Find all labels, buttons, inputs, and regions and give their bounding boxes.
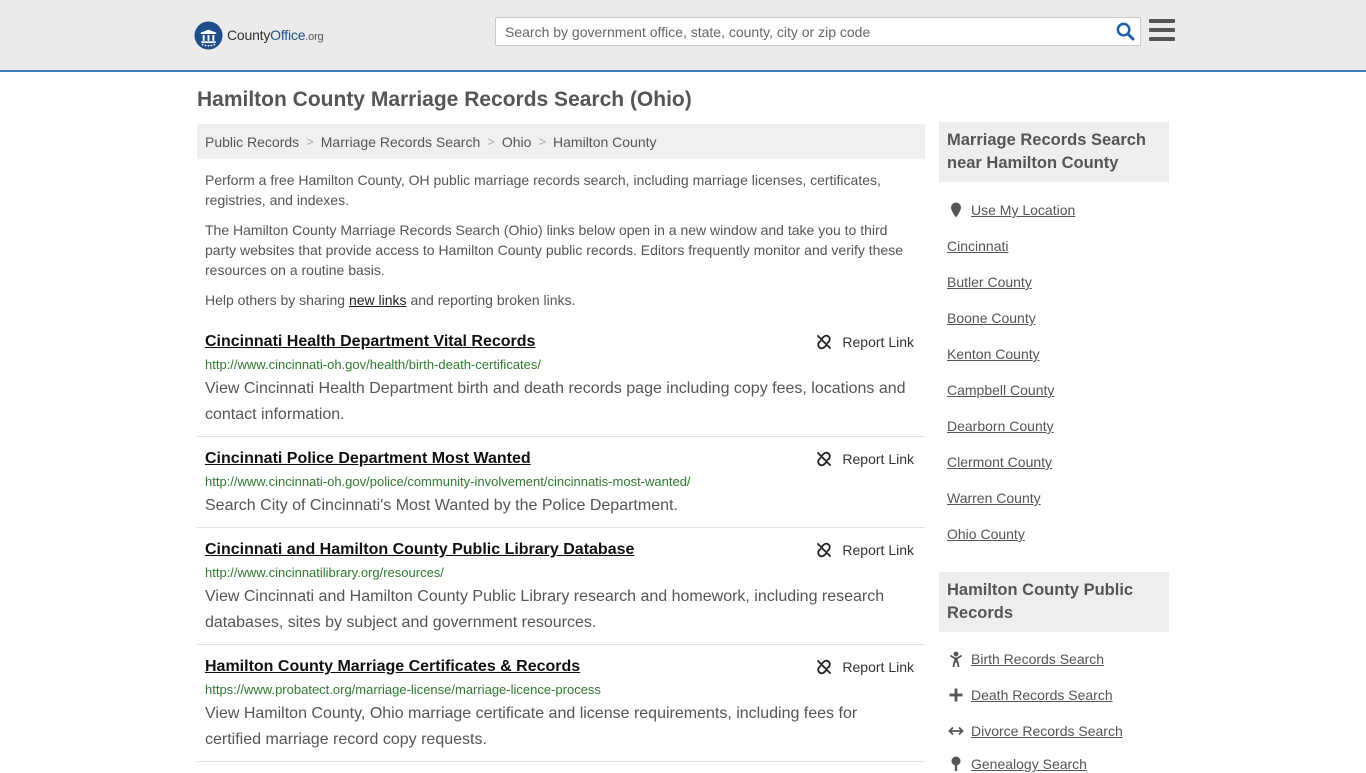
- result-description: View Cincinnati and Hamilton County Publ…: [205, 588, 885, 631]
- share-text-before: Help others by sharing: [205, 292, 349, 308]
- map-marker-icon: [947, 201, 965, 219]
- nearby-link-cincinnati[interactable]: Cincinnati: [947, 238, 1008, 254]
- result-url: http://www.cincinnati-oh.gov/health/birt…: [205, 357, 542, 372]
- result-item: Cincinnati Health Department Vital Recor…: [197, 325, 925, 437]
- nearby-link-ohio-county[interactable]: Ohio County: [947, 526, 1025, 542]
- new-links-link[interactable]: new links: [349, 292, 407, 308]
- logo-brand: Office: [270, 27, 306, 43]
- genealogy-search-link[interactable]: Genealogy Search: [947, 755, 1087, 773]
- nearby-link-clermont-county[interactable]: Clermont County: [947, 454, 1052, 470]
- nearby-link-dearborn-county[interactable]: Dearborn County: [947, 418, 1054, 434]
- birth-records-label: Birth Records Search: [971, 651, 1105, 667]
- divorce-records-label: Divorce Records Search: [971, 723, 1123, 739]
- arrows-split-icon: [947, 722, 965, 740]
- nearby-link-campbell-county[interactable]: Campbell County: [947, 382, 1054, 398]
- nearby-link-butler-county[interactable]: Butler County: [947, 274, 1032, 290]
- death-records-label: Death Records Search: [971, 687, 1113, 703]
- use-my-location-label: Use My Location: [971, 202, 1076, 218]
- result-title-link[interactable]: Cincinnati Health Department Vital Recor…: [205, 331, 745, 353]
- result-title-link[interactable]: Hamilton County Marriage Certificates & …: [205, 656, 745, 678]
- page-title: Hamilton County Marriage Records Search …: [197, 88, 692, 111]
- search-input[interactable]: [503, 18, 1110, 45]
- report-link-label: Report Link: [842, 451, 914, 467]
- breadcrumb-separator: >: [487, 134, 495, 149]
- share-links-paragraph: Help others by sharing new links and rep…: [205, 290, 917, 310]
- broken-link-icon: [817, 659, 832, 675]
- result-item: Cincinnati Police Department Most Wanted…: [197, 442, 925, 528]
- logo-prefix: County: [227, 27, 271, 43]
- cross-icon: [947, 686, 965, 704]
- broken-link-icon: [817, 451, 832, 467]
- result-title-link[interactable]: Cincinnati Police Department Most Wanted: [205, 448, 745, 470]
- result-url: http://www.cincinnatilibrary.org/resourc…: [205, 565, 444, 580]
- report-link-button[interactable]: Report Link: [816, 657, 914, 677]
- site-header: CountyOffice.org: [0, 0, 1366, 72]
- breadcrumb-ohio[interactable]: Ohio: [502, 134, 532, 150]
- breadcrumb: Public Records > Marriage Records Search…: [197, 124, 925, 159]
- breadcrumb-hamilton-county[interactable]: Hamilton County: [553, 134, 657, 150]
- report-link-label: Report Link: [842, 542, 914, 558]
- use-my-location-link[interactable]: Use My Location: [947, 201, 1075, 219]
- public-records-heading: Hamilton County Public Records: [939, 572, 1169, 632]
- broken-link-icon: [817, 542, 832, 558]
- search-button[interactable]: [1110, 18, 1140, 45]
- result-url: https://www.probatect.org/marriage-licen…: [205, 682, 601, 697]
- breadcrumb-marriage-records-search[interactable]: Marriage Records Search: [321, 134, 481, 150]
- result-item: Hamilton County Marriage Certificates & …: [197, 650, 925, 762]
- nearby-link-boone-county[interactable]: Boone County: [947, 310, 1036, 326]
- breadcrumb-separator: >: [306, 134, 314, 149]
- baby-icon: [947, 650, 965, 668]
- menu-bar: [1149, 37, 1175, 41]
- report-link-button[interactable]: Report Link: [816, 449, 914, 469]
- result-title-link[interactable]: Cincinnati and Hamilton County Public Li…: [205, 539, 745, 561]
- hamburger-menu-button[interactable]: [1149, 19, 1175, 43]
- breadcrumb-separator: >: [538, 134, 547, 149]
- nearby-link-kenton-county[interactable]: Kenton County: [947, 346, 1040, 362]
- site-search: [495, 17, 1141, 46]
- birth-records-link[interactable]: Birth Records Search: [947, 650, 1104, 668]
- result-item: Cincinnati and Hamilton County Public Li…: [197, 533, 925, 645]
- tree-icon: [947, 755, 965, 773]
- intro-paragraph: Perform a free Hamilton County, OH publi…: [205, 172, 881, 208]
- report-link-label: Report Link: [842, 334, 914, 350]
- county-seal-icon: [194, 20, 223, 50]
- divorce-records-link[interactable]: Divorce Records Search: [947, 722, 1123, 740]
- report-link-button[interactable]: Report Link: [816, 540, 914, 560]
- genealogy-search-label: Genealogy Search: [971, 756, 1087, 772]
- search-icon: [1116, 22, 1135, 41]
- disclaimer-paragraph: The Hamilton County Marriage Records Sea…: [205, 222, 903, 278]
- share-text-after: and reporting broken links.: [406, 292, 576, 308]
- death-records-link[interactable]: Death Records Search: [947, 686, 1113, 704]
- result-description: View Cincinnati Health Department birth …: [205, 380, 906, 423]
- logo-tld: .org: [305, 31, 324, 43]
- logo-wordmark: CountyOffice.org: [227, 27, 324, 43]
- result-description: Search City of Cincinnati's Most Wanted …: [205, 497, 678, 514]
- site-logo[interactable]: CountyOffice.org: [194, 20, 324, 50]
- result-url: http://www.cincinnati-oh.gov/police/comm…: [205, 474, 691, 489]
- report-link-label: Report Link: [842, 659, 914, 675]
- nearby-link-warren-county[interactable]: Warren County: [947, 490, 1041, 506]
- result-description: View Hamilton County, Ohio marriage cert…: [205, 705, 858, 748]
- breadcrumb-public-records[interactable]: Public Records: [205, 134, 299, 150]
- menu-bar: [1149, 28, 1175, 32]
- nearby-heading: Marriage Records Search near Hamilton Co…: [939, 122, 1169, 182]
- menu-bar: [1149, 19, 1175, 23]
- report-link-button[interactable]: Report Link: [816, 332, 914, 352]
- broken-link-icon: [817, 334, 832, 350]
